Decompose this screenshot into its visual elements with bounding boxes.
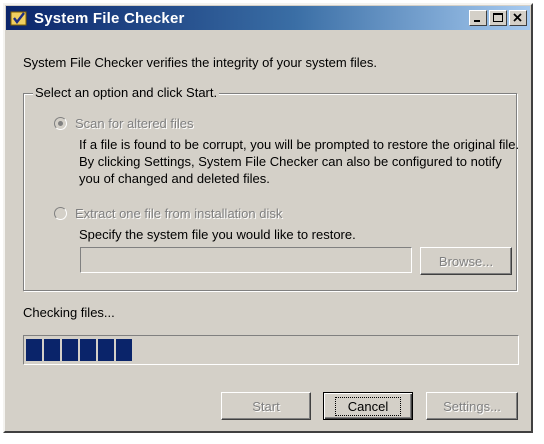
progress-block: [80, 339, 96, 361]
progress-block: [98, 339, 114, 361]
scan-option-radio[interactable]: Scan for altered files: [54, 116, 194, 131]
radio-selected-icon: [54, 117, 67, 130]
options-group: Select an option and click Start. Scan f…: [23, 85, 519, 291]
settings-button[interactable]: Settings...: [426, 392, 518, 420]
scan-option-description: If a file is found to be corrupt, you wi…: [79, 137, 520, 186]
extract-option-radio[interactable]: Extract one file from installation disk: [54, 206, 282, 221]
app-checkmark-icon: [10, 10, 28, 26]
intro-text: System File Checker verifies the integri…: [23, 55, 378, 70]
scan-option-label: Scan for altered files: [75, 116, 194, 131]
file-path-field[interactable]: [80, 247, 412, 273]
minimize-icon[interactable]: [469, 10, 487, 26]
start-button-label: Start: [252, 398, 280, 414]
extract-option-label: Extract one file from installation disk: [75, 206, 283, 221]
settings-button-label: Settings...: [443, 398, 501, 414]
progress-label: Checking files...: [23, 305, 115, 320]
close-icon[interactable]: [509, 10, 527, 26]
extract-option-description: Specify the system file you would like t…: [79, 227, 356, 242]
window-title: System File Checker: [34, 9, 185, 27]
cancel-button[interactable]: Cancel: [323, 392, 413, 420]
cancel-button-label: Cancel: [334, 396, 402, 416]
progress-bar: [23, 335, 519, 365]
progress-block: [116, 339, 132, 361]
start-button[interactable]: Start: [221, 392, 311, 420]
maximize-icon[interactable]: [489, 10, 507, 26]
browse-button[interactable]: Browse...: [420, 247, 512, 275]
title-bar[interactable]: System File Checker: [6, 6, 530, 30]
progress-block: [26, 339, 42, 361]
browse-button-label: Browse...: [438, 253, 494, 269]
options-group-legend: Select an option and click Start.: [33, 85, 220, 100]
progress-block: [44, 339, 60, 361]
progress-fill: [26, 339, 516, 361]
system-file-checker-window: System File Checker System File Checker …: [3, 3, 533, 433]
radio-unselected-icon: [54, 207, 67, 220]
window-controls: [469, 10, 527, 26]
progress-block: [62, 339, 78, 361]
